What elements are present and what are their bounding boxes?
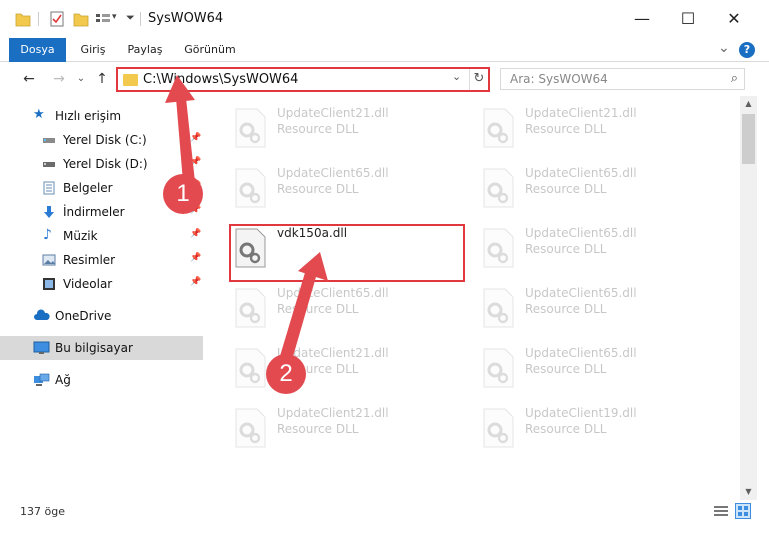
explorer-window: ▾ ⏷ SysWOW64 — ☐ ✕ Dosya Giriş Paylaş Gö… xyxy=(0,0,769,540)
annotation-overlay xyxy=(165,75,328,360)
annotation-badge-1: 1 xyxy=(163,174,203,214)
annotation-badge-2: 2 xyxy=(266,354,306,394)
annotation-arrow-2 xyxy=(280,252,328,360)
annotation-arrow-1 xyxy=(165,75,195,182)
